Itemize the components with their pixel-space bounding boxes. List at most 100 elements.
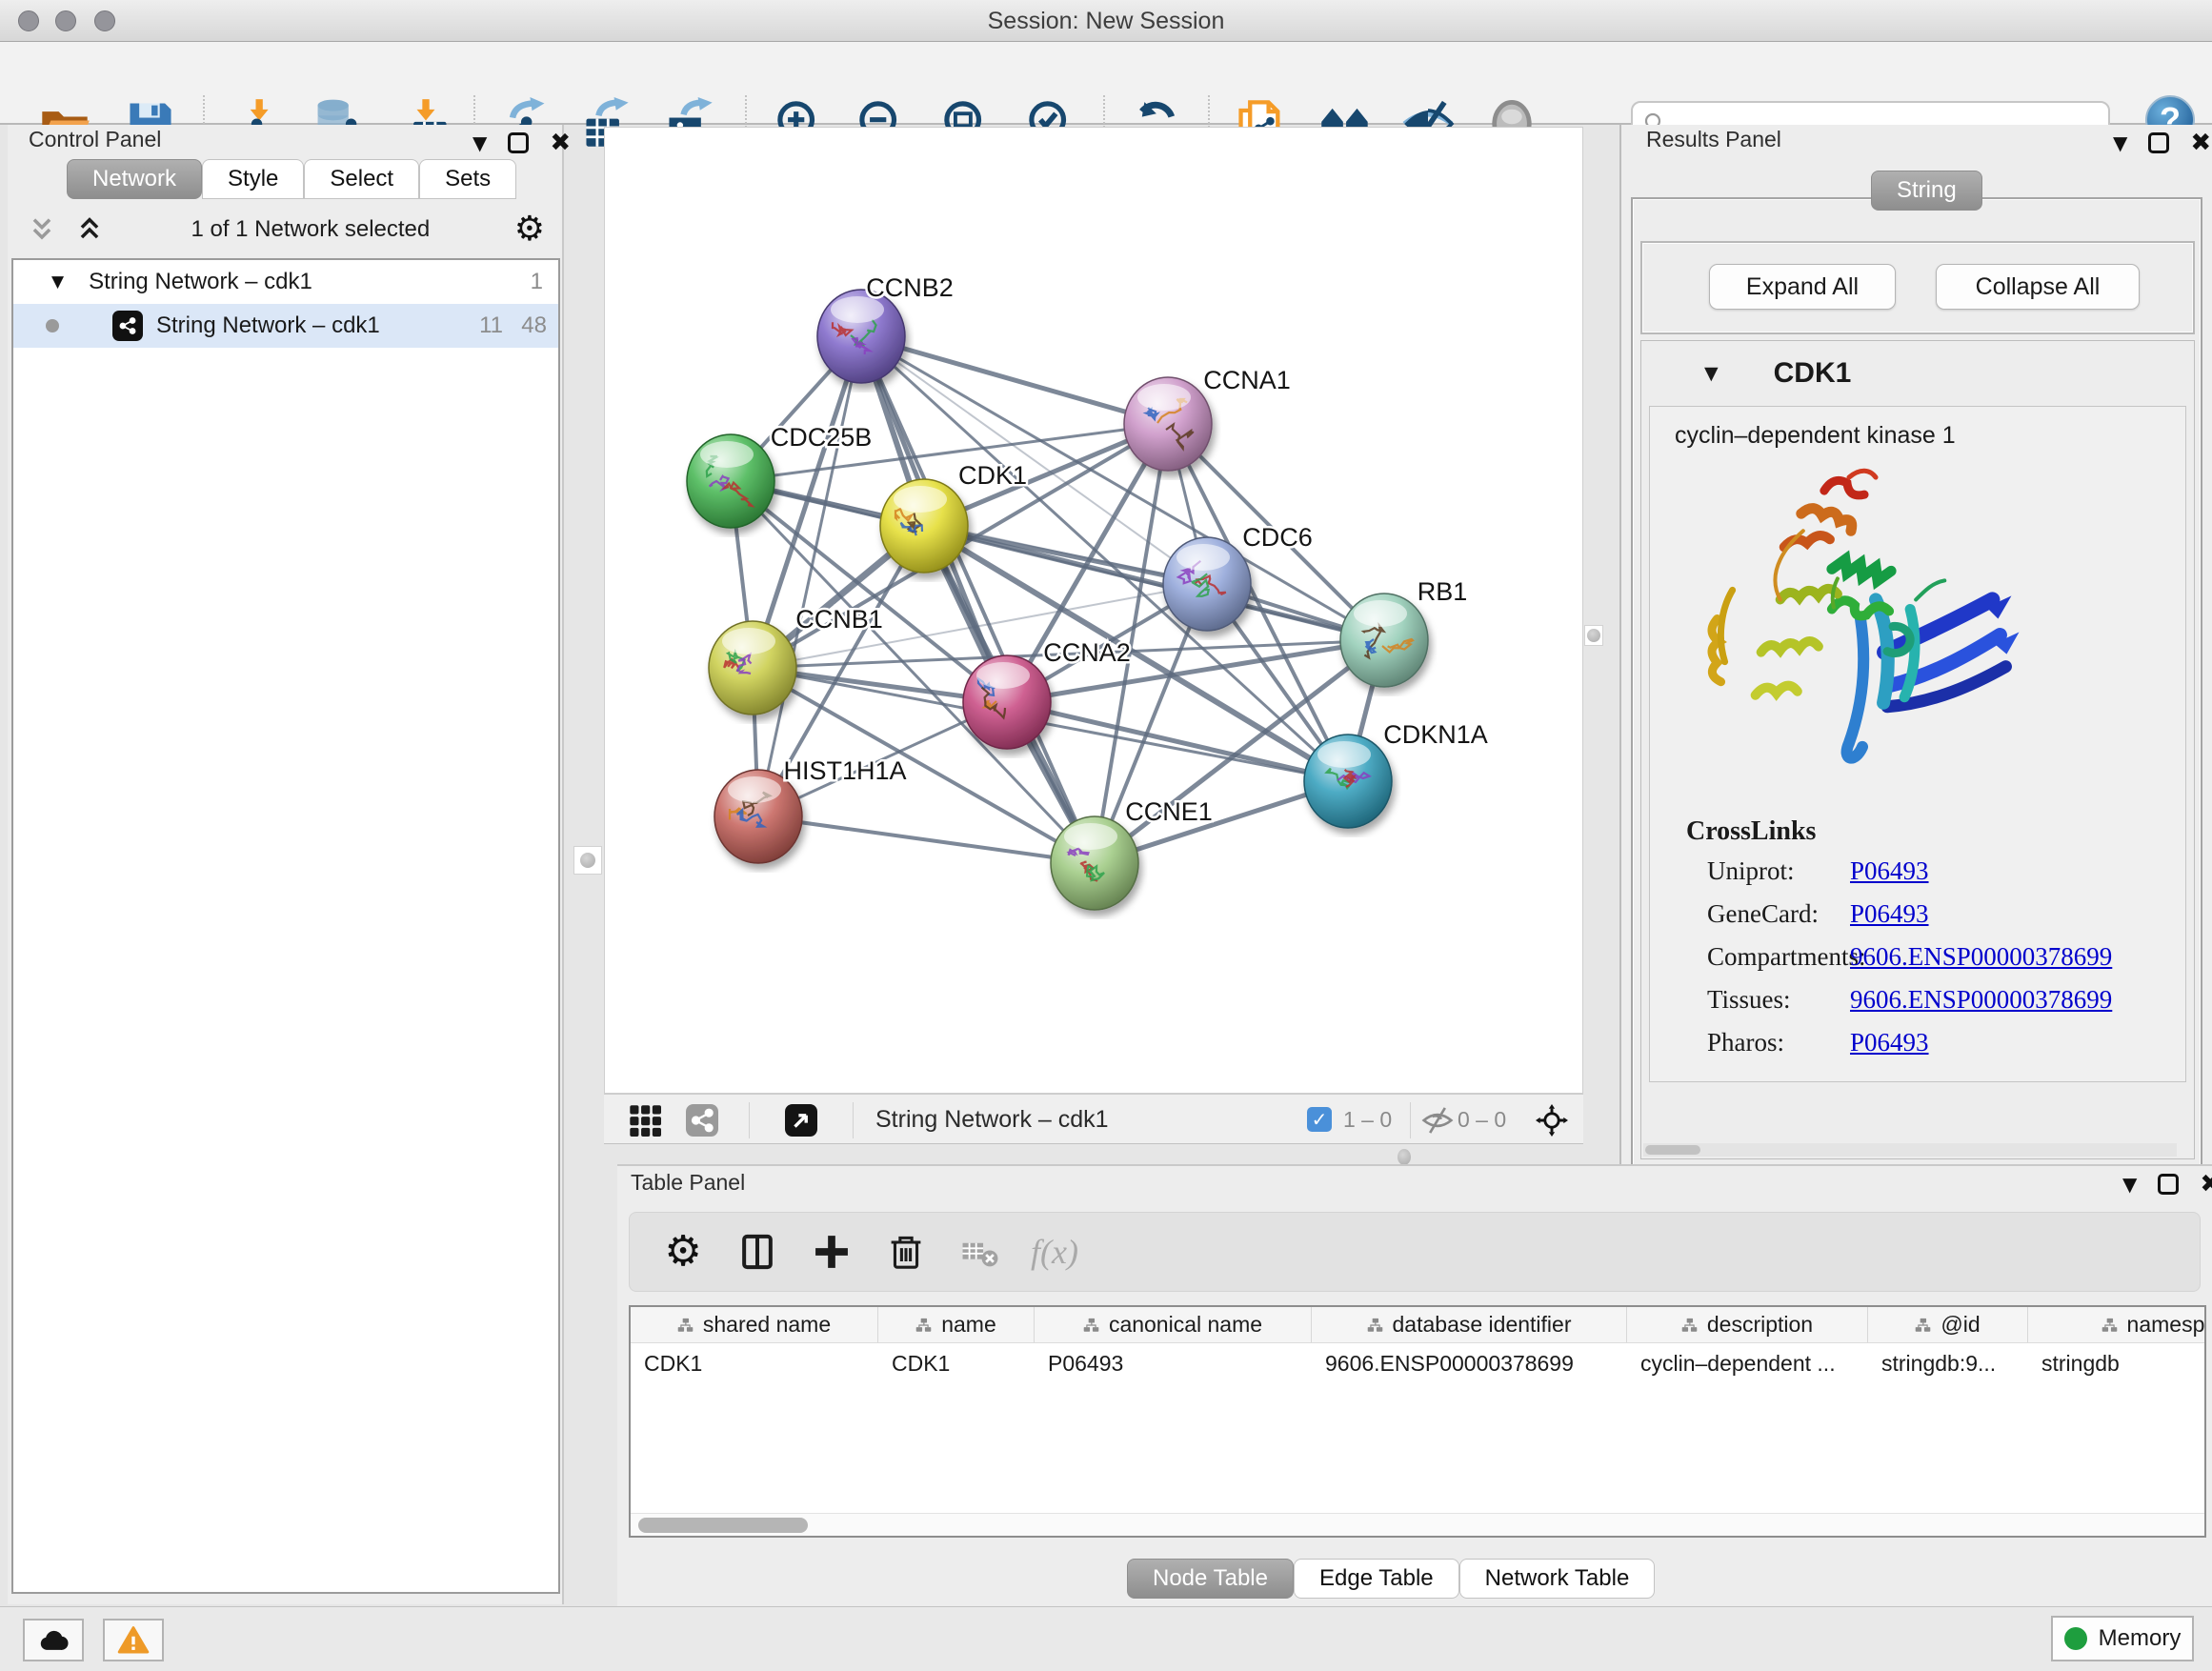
table-panel: Table Panel ▼ ✖ ⚙ f(x) shared namenameca… bbox=[617, 1164, 2212, 1606]
collection-network-count: 1 bbox=[531, 269, 543, 295]
show-columns-icon[interactable] bbox=[736, 1231, 778, 1273]
warning-icon bbox=[117, 1624, 150, 1657]
collection-expander-icon[interactable]: ▼ bbox=[51, 272, 64, 292]
panel-float-icon[interactable] bbox=[2158, 1174, 2179, 1195]
crosslink-link[interactable]: P06493 bbox=[1850, 1028, 1929, 1057]
pan-crosshair-icon[interactable] bbox=[1534, 1102, 1570, 1138]
function-builder-icon[interactable]: f(x) bbox=[1034, 1231, 1076, 1273]
string-results-container: Expand All Collapse All ▼ CDK1 cyclin–de… bbox=[1631, 197, 2202, 1176]
tab-sets[interactable]: Sets bbox=[419, 159, 516, 199]
network-node-CCNB1[interactable]: CCNB1 bbox=[709, 605, 883, 715]
network-node-CCNB2[interactable]: CCNB2 bbox=[817, 273, 954, 383]
crosslink-link[interactable]: 9606.ENSP00000378699 bbox=[1850, 985, 2112, 1014]
network-node-RB1[interactable]: RB1 bbox=[1340, 577, 1467, 687]
gene-expander-icon[interactable]: ▼ bbox=[1704, 363, 1719, 384]
network-canvas[interactable]: CCNB2CCNA1CDC25BCDK1CDC6RB1CCNB1CCNA2CDK… bbox=[604, 127, 1583, 1094]
birdseye-grid-icon[interactable] bbox=[627, 1102, 663, 1138]
panel-float-icon[interactable] bbox=[508, 132, 529, 153]
network-node-CDK1[interactable]: CDK1 bbox=[880, 461, 1027, 573]
create-column-icon[interactable] bbox=[811, 1231, 853, 1273]
column-header-canonical-name[interactable]: canonical name bbox=[1035, 1307, 1312, 1342]
table-cell[interactable]: 9606.ENSP00000378699 bbox=[1312, 1351, 1627, 1377]
table-toolbar: ⚙ f(x) bbox=[629, 1212, 2201, 1292]
tab-edge-table[interactable]: Edge Table bbox=[1294, 1559, 1459, 1599]
table-row[interactable]: CDK1CDK1P064939606.ENSP00000378699cyclin… bbox=[631, 1343, 2204, 1383]
crosslink-label: Pharos: bbox=[1707, 1028, 1784, 1057]
tab-node-table[interactable]: Node Table bbox=[1127, 1559, 1294, 1599]
network-node-CCNA1[interactable]: CCNA1 bbox=[1124, 366, 1291, 471]
memory-button[interactable]: Memory bbox=[2051, 1616, 2194, 1661]
selected-checkbox-icon[interactable]: ✓ bbox=[1307, 1107, 1332, 1132]
left-splitter-handle[interactable] bbox=[573, 846, 602, 875]
delete-column-icon[interactable] bbox=[885, 1231, 927, 1273]
network-view-title: String Network – cdk1 bbox=[875, 1106, 1109, 1134]
network-collection-row[interactable]: ▼ String Network – cdk1 1 bbox=[13, 260, 558, 304]
control-panel: Control Panel ▼ ✖ NetworkStyleSelectSets… bbox=[8, 125, 564, 1604]
crosslink-link[interactable]: 9606.ENSP00000378699 bbox=[1850, 942, 2112, 971]
column-header-namespace[interactable]: namespace bbox=[2028, 1307, 2206, 1342]
panel-float-icon[interactable] bbox=[2148, 132, 2169, 153]
column-header-description[interactable]: description bbox=[1627, 1307, 1868, 1342]
node-label-CDKN1A: CDKN1A bbox=[1383, 720, 1488, 749]
crosslink-row: Pharos:P06493 bbox=[1707, 1028, 1784, 1057]
right-splitter-handle[interactable] bbox=[1584, 625, 1603, 646]
hidden-eye-icon[interactable] bbox=[1419, 1102, 1456, 1138]
crosslink-link[interactable]: P06493 bbox=[1850, 856, 1929, 885]
tab-style[interactable]: Style bbox=[202, 159, 304, 199]
network-node-HIST1H1A[interactable]: HIST1H1A bbox=[714, 756, 907, 863]
status-bar: Memory bbox=[0, 1606, 2212, 1671]
table-cell[interactable]: cyclin–dependent ... bbox=[1627, 1351, 1868, 1377]
bottom-splitter-handle[interactable] bbox=[1398, 1149, 1411, 1165]
network-node-CCNE1[interactable]: CCNE1 bbox=[1051, 797, 1213, 910]
delete-table-icon[interactable] bbox=[959, 1231, 1001, 1273]
gene-details: cyclin–dependent kinase 1 bbox=[1649, 406, 2186, 1082]
cloud-icon bbox=[37, 1624, 70, 1657]
panel-menu-icon[interactable]: ▼ bbox=[473, 131, 487, 154]
expand-all-icon[interactable] bbox=[72, 215, 107, 244]
collapse-all-button[interactable]: Collapse All bbox=[1936, 264, 2140, 310]
control-panel-tabs: NetworkStyleSelectSets bbox=[67, 159, 516, 199]
panel-menu-icon[interactable]: ▼ bbox=[2113, 131, 2127, 154]
column-header-name[interactable]: name bbox=[878, 1307, 1035, 1342]
table-cell[interactable]: P06493 bbox=[1035, 1351, 1312, 1377]
node-table: shared namenamecanonical namedatabase id… bbox=[629, 1305, 2206, 1538]
gene-section-header[interactable]: ▼ CDK1 bbox=[1641, 341, 2194, 406]
panel-close-icon[interactable]: ✖ bbox=[2190, 129, 2211, 157]
tab-network[interactable]: Network bbox=[67, 159, 202, 199]
table-cell[interactable]: CDK1 bbox=[631, 1351, 878, 1377]
node-label-CCNB2: CCNB2 bbox=[866, 273, 954, 302]
warnings-button[interactable] bbox=[103, 1619, 164, 1661]
tab-string[interactable]: String bbox=[1871, 171, 1982, 211]
string-style-icon[interactable] bbox=[684, 1102, 720, 1138]
net-toolbar-separator bbox=[853, 1102, 854, 1138]
table-options-gear-icon[interactable]: ⚙ bbox=[662, 1231, 704, 1273]
network-options-gear-icon[interactable]: ⚙ bbox=[514, 212, 545, 247]
gene-symbol: CDK1 bbox=[1774, 357, 1852, 390]
table-panel-window-icons: ▼ ✖ bbox=[2122, 1170, 2212, 1198]
column-header-database-identifier[interactable]: database identifier bbox=[1312, 1307, 1627, 1342]
node-label-CDC6: CDC6 bbox=[1242, 523, 1313, 552]
panel-close-icon[interactable]: ✖ bbox=[2200, 1170, 2212, 1198]
table-cell[interactable]: CDK1 bbox=[878, 1351, 1035, 1377]
column-header-shared-name[interactable]: shared name bbox=[631, 1307, 878, 1342]
panel-close-icon[interactable]: ✖ bbox=[550, 129, 571, 157]
panel-menu-icon[interactable]: ▼ bbox=[2122, 1173, 2137, 1196]
column-header--id[interactable]: @id bbox=[1868, 1307, 2028, 1342]
results-horizontal-scrollbar[interactable] bbox=[1643, 1143, 2177, 1157]
table-cell[interactable]: stringdb:9... bbox=[1868, 1351, 2028, 1377]
tab-network-table[interactable]: Network Table bbox=[1459, 1559, 1656, 1599]
overview-window-icon[interactable] bbox=[783, 1102, 819, 1138]
network-node-CDKN1A[interactable]: CDKN1A bbox=[1304, 720, 1488, 828]
crosslink-link[interactable]: P06493 bbox=[1850, 899, 1929, 928]
expand-all-button[interactable]: Expand All bbox=[1709, 264, 1896, 310]
scrollbar-thumb[interactable] bbox=[638, 1518, 808, 1533]
table-cell[interactable]: stringdb bbox=[2028, 1351, 2206, 1377]
collapse-all-icon[interactable] bbox=[25, 215, 59, 244]
cloud-button[interactable] bbox=[23, 1619, 84, 1661]
network-row[interactable]: String Network – cdk1 11 48 bbox=[13, 304, 558, 348]
node-label-CCNA2: CCNA2 bbox=[1043, 638, 1131, 667]
network-node-count: 11 bbox=[479, 312, 503, 339]
table-horizontal-scrollbar[interactable] bbox=[631, 1513, 2204, 1536]
crosslink-row: GeneCard:P06493 bbox=[1707, 899, 1819, 929]
tab-select[interactable]: Select bbox=[304, 159, 419, 199]
